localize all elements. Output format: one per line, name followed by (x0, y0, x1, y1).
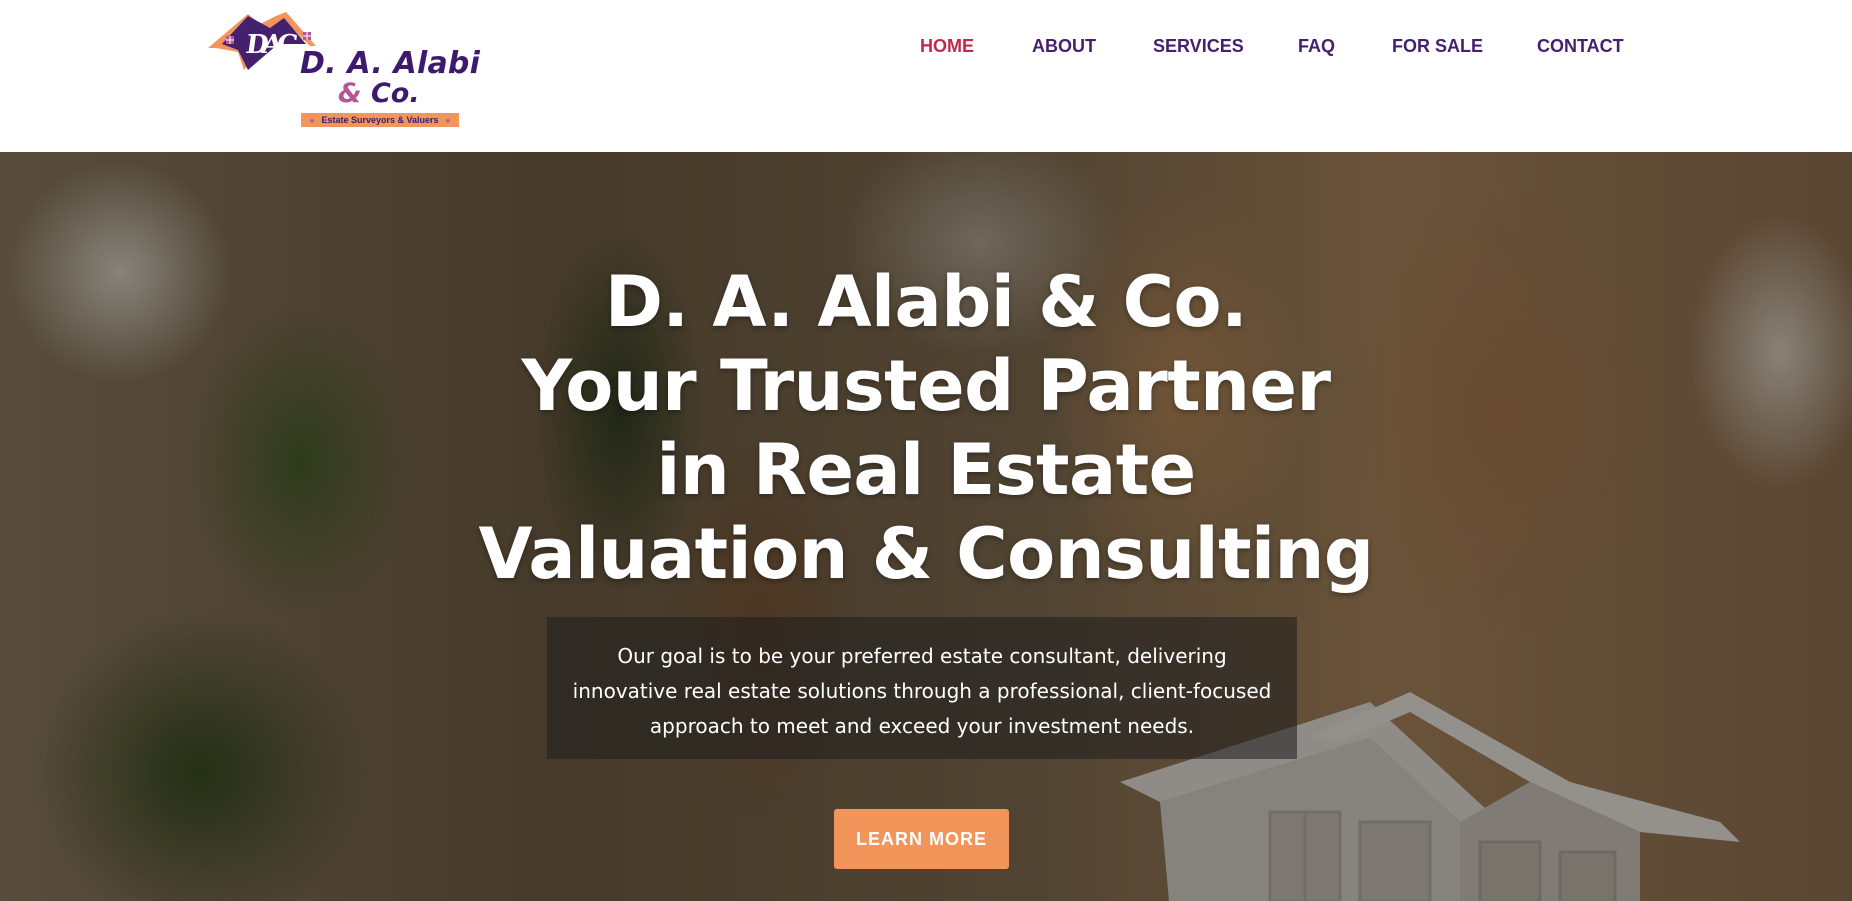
hero-headline: D. A. Alabi & Co. Your Trusted Partner i… (0, 260, 1852, 596)
logo-name-line1: D. A. Alabi (300, 46, 481, 81)
logo-name-line2: & Co. (338, 78, 420, 109)
tagline-dot-icon: ● (445, 116, 451, 125)
logo-name-co: Co. (370, 78, 420, 109)
logo-ampersand: & (338, 78, 362, 109)
logo-tagline: ● Estate Surveyors & Valuers ● (301, 113, 459, 127)
headline-line-1: D. A. Alabi & Co. (604, 261, 1248, 343)
company-logo[interactable]: DAC D. A. Alabi & Co. ● Estate Surveyors … (208, 10, 480, 130)
nav-home[interactable]: HOME (920, 34, 974, 58)
site-header: DAC D. A. Alabi & Co. ● Estate Surveyors … (0, 0, 1852, 152)
headline-line-3: in Real Estate (656, 429, 1196, 511)
nav-services[interactable]: SERVICES (1153, 34, 1244, 58)
nav-contact[interactable]: CONTACT (1537, 34, 1624, 58)
nav-faq[interactable]: FAQ (1298, 34, 1335, 58)
logo-monogram: DAC (243, 30, 294, 60)
hero-description: Our goal is to be your preferred estate … (572, 644, 1272, 738)
nav-for-sale[interactable]: FOR SALE (1392, 34, 1483, 58)
hero-description-box: Our goal is to be your preferred estate … (547, 617, 1297, 759)
hero-section: D. A. Alabi & Co. Your Trusted Partner i… (0, 152, 1852, 901)
nav-about[interactable]: ABOUT (1032, 34, 1096, 58)
logo-tagline-text: Estate Surveyors & Valuers (321, 115, 439, 125)
tagline-dot-icon: ● (309, 116, 315, 125)
learn-more-button[interactable]: LEARN MORE (834, 809, 1009, 869)
headline-line-2: Your Trusted Partner (521, 345, 1331, 427)
headline-line-4: Valuation & Consulting (478, 513, 1374, 595)
